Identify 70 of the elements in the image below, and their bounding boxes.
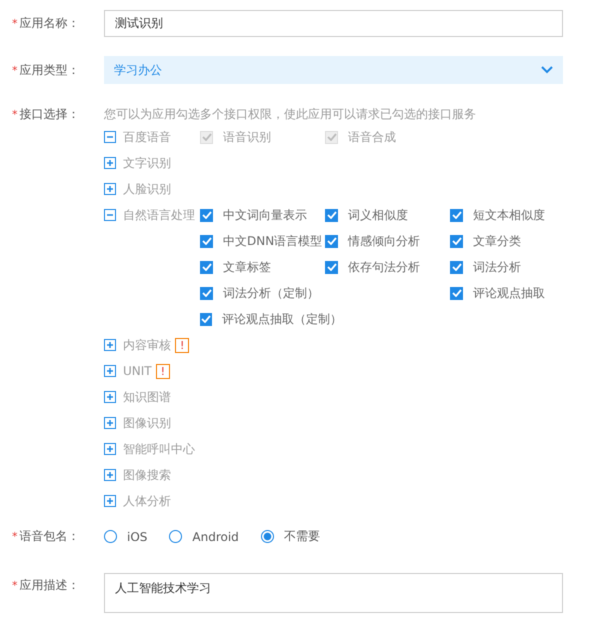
warning-badge: ! [156, 364, 170, 378]
checkbox[interactable] [450, 234, 463, 248]
checkbox[interactable] [200, 260, 213, 274]
radio-button[interactable] [169, 530, 182, 543]
checkbox[interactable] [450, 260, 463, 274]
option-label: 语音识别 [223, 128, 271, 146]
expand-icon[interactable] [104, 183, 116, 195]
group-label: 知识图谱 [123, 388, 171, 406]
option-label: 中文DNN语言模型 [223, 232, 322, 250]
checkbox[interactable] [200, 208, 213, 222]
checkbox[interactable] [450, 286, 463, 300]
expand-icon[interactable] [104, 469, 116, 481]
option-label: 情感倾向分析 [348, 232, 420, 250]
chevron-down-icon [541, 66, 553, 74]
field-label: 应用类型： [20, 62, 80, 78]
checkbox[interactable] [200, 312, 212, 326]
option-label: 中文词向量表示 [223, 206, 307, 224]
option-label: 文章标签 [223, 258, 271, 276]
checkbox[interactable] [450, 208, 463, 222]
option-label: 词法分析（定制） [223, 284, 319, 302]
group-label: 百度语音 [123, 128, 171, 146]
option-label: 评论观点抽取（定制） [222, 310, 342, 328]
field-label: 应用描述： [20, 576, 80, 594]
checkbox[interactable] [200, 286, 213, 300]
option-label: 语音合成 [348, 128, 396, 146]
required-mark: * [12, 108, 18, 120]
radio-label: iOS [127, 530, 148, 544]
expand-icon[interactable] [104, 339, 116, 351]
radio-label: Android [192, 530, 239, 544]
group-label: UNIT [123, 364, 152, 378]
required-mark: * [12, 530, 18, 543]
required-mark: * [12, 17, 18, 30]
collapse-icon[interactable] [104, 131, 116, 143]
required-mark: * [12, 578, 18, 592]
group-label: 图像识别 [123, 414, 171, 432]
option-label: 短文本相似度 [473, 206, 545, 224]
radio-button[interactable] [104, 530, 117, 543]
group-label: 智能呼叫中心 [123, 440, 195, 458]
option-label: 评论观点抽取 [473, 284, 545, 302]
collapse-icon[interactable] [104, 209, 116, 221]
checkbox[interactable] [325, 234, 338, 248]
checkbox[interactable] [325, 208, 338, 222]
expand-icon[interactable] [104, 157, 116, 169]
description-textarea[interactable]: 人工智能技术学习 [104, 573, 563, 613]
required-mark: * [12, 64, 18, 76]
checkbox[interactable] [200, 234, 213, 248]
radio-button[interactable] [260, 530, 274, 543]
group-label: 文字识别 [123, 154, 171, 172]
name-input[interactable]: 测试识别 [104, 10, 563, 37]
group-label: 内容审核 [123, 336, 171, 354]
option-label: 词法分析 [473, 258, 521, 276]
field-label: 语音包名： [20, 528, 80, 545]
group-label: 自然语言处理 [123, 206, 195, 224]
checkbox[interactable] [325, 260, 338, 274]
expand-icon[interactable] [104, 495, 116, 507]
option-label: 词义相似度 [348, 206, 408, 224]
hint-text: 您可以为应用勾选多个接口权限，使此应用可以请求已勾选的接口服务 [104, 106, 477, 123]
expand-icon[interactable] [104, 443, 116, 455]
field-label: 应用名称： [20, 15, 80, 32]
group-label: 人脸识别 [123, 180, 171, 198]
expand-icon[interactable] [104, 391, 116, 403]
option-label: 依存句法分析 [348, 258, 420, 276]
option-label: 文章分类 [473, 232, 521, 250]
expand-icon[interactable] [104, 417, 116, 429]
expand-icon[interactable] [104, 365, 116, 377]
group-label: 人体分析 [123, 492, 171, 510]
radio-label: 不需要 [284, 528, 320, 545]
group-label: 图像搜索 [123, 466, 171, 484]
warning-badge: ! [175, 338, 190, 352]
field-label: 接口选择： [20, 106, 80, 122]
